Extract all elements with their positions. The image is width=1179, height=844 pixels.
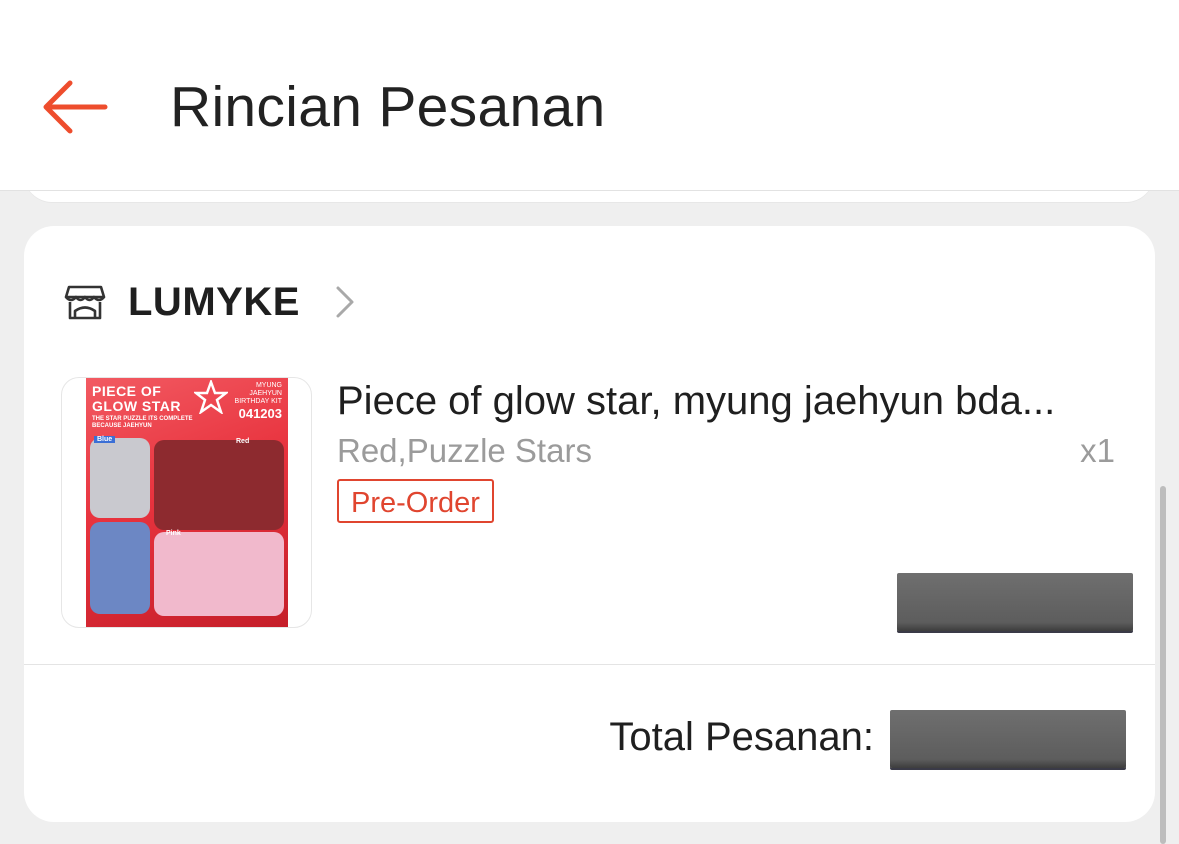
thumbnail-kit-text: MYUNG JAEHYUN BIRTHDAY KIT: [234, 382, 282, 405]
thumbnail-subtitle: THE STAR PUZZLE ITS COMPLETE BECAUSE JAE…: [92, 416, 193, 429]
page-title: Rincian Pesanan: [170, 75, 606, 139]
thumbnail-panel-red: [154, 440, 284, 530]
back-button[interactable]: [36, 74, 112, 140]
thumbnail-title: PIECE OF GLOW STAR: [92, 383, 182, 414]
order-item-card: LUMYKE PIECE OF GLOW STAR MYUNG JAEHYUN …: [24, 226, 1155, 822]
redacted-price: [897, 573, 1133, 631]
thumbnail-label-pink: Pink: [166, 530, 181, 537]
store-icon: [64, 285, 106, 320]
arrow-left-icon: [43, 80, 108, 134]
preorder-badge: Pre-Order: [337, 479, 494, 523]
chevron-right-icon: [336, 286, 354, 318]
order-total-label: Total Pesanan:: [609, 715, 874, 759]
product-image: PIECE OF GLOW STAR MYUNG JAEHYUN BIRTHDA…: [86, 378, 288, 627]
redacted-total-amount: [890, 710, 1126, 768]
product-name[interactable]: Piece of glow star, myung jaehyun bda...: [337, 376, 1127, 426]
star-icon: [194, 380, 228, 414]
shop-name: LUMYKE: [128, 279, 300, 324]
scrollbar[interactable]: [1160, 486, 1166, 844]
thumbnail-panel-lower-left: [90, 522, 150, 614]
divider: [24, 664, 1155, 665]
product-quantity: x1: [1080, 432, 1115, 469]
thumbnail-panel-pink: [154, 532, 284, 616]
product-thumbnail[interactable]: PIECE OF GLOW STAR MYUNG JAEHYUN BIRTHDA…: [61, 377, 312, 628]
product-variant: Red,Puzzle Stars: [337, 432, 592, 469]
thumbnail-panel-blue: [90, 438, 150, 518]
thumbnail-label-blue: Blue: [94, 436, 116, 443]
thumbnail-code: 041203: [238, 406, 282, 421]
thumbnail-label-red: Red: [236, 438, 250, 445]
top-app-bar: Rincian Pesanan: [0, 0, 1179, 191]
shop-link[interactable]: LUMYKE: [64, 276, 356, 328]
